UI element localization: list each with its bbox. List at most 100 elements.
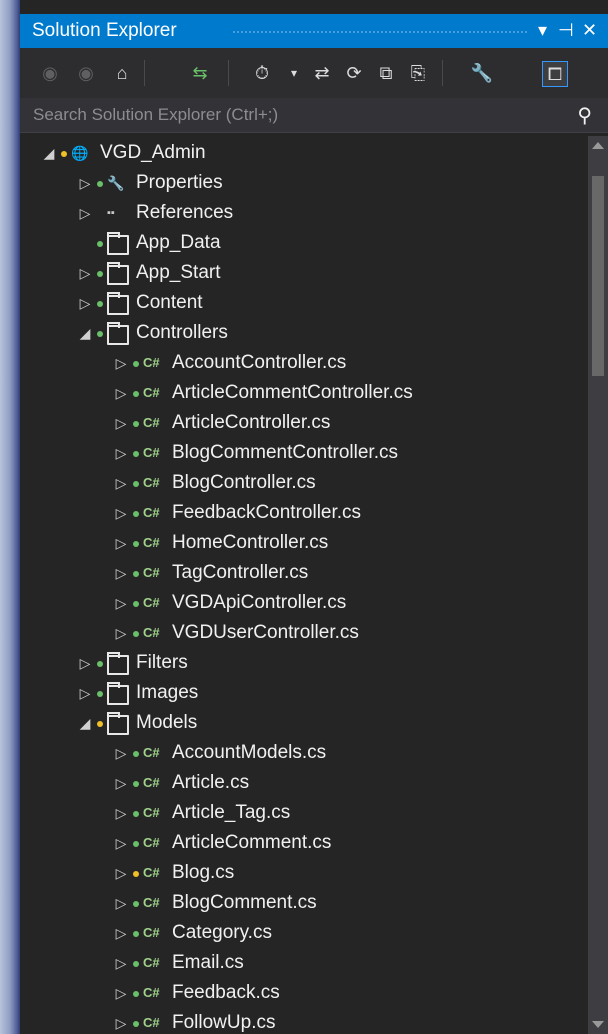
sync-icon[interactable]: ⇄ [310, 61, 334, 85]
preview-icon[interactable]: ⧠ [542, 61, 568, 87]
tree-item[interactable]: ▷ C# VGDApiController.cs [20, 588, 580, 618]
tree-item[interactable]: ◢ Models [20, 708, 580, 738]
expand-arrow-icon[interactable]: ▷ [114, 564, 128, 582]
expand-arrow-icon[interactable]: ▷ [78, 294, 92, 312]
tree-item[interactable]: ▷ C# BlogController.cs [20, 468, 580, 498]
back-icon[interactable]: ◉ [38, 61, 62, 85]
expand-arrow-icon[interactable]: ▷ [114, 594, 128, 612]
expand-arrow-icon[interactable]: ▷ [114, 954, 128, 972]
expand-arrow-icon[interactable]: ▷ [114, 1014, 128, 1032]
expand-arrow-icon[interactable]: ▷ [114, 744, 128, 762]
forward-icon[interactable]: ◉ [74, 61, 98, 85]
tree-item[interactable]: ▷ C# Blog.cs [20, 858, 580, 888]
expand-arrow-icon[interactable]: ▷ [114, 384, 128, 402]
tree-item[interactable]: ▷ C# ArticleController.cs [20, 408, 580, 438]
home-icon[interactable]: ⌂ [110, 61, 134, 85]
tree-item[interactable]: App_Data [20, 228, 580, 258]
csharp-icon: C# [143, 445, 160, 460]
tree-item[interactable]: ▷ C# AccountModels.cs [20, 738, 580, 768]
scroll-up-icon[interactable] [592, 142, 604, 149]
tree-item[interactable]: ▷ C# VGDUserController.cs [20, 618, 580, 648]
tree-item[interactable]: ▷ C# BlogComment.cs [20, 888, 580, 918]
tree-item-label: FollowUp.cs [172, 1012, 276, 1033]
tree-item[interactable]: ▷ C# Email.cs [20, 948, 580, 978]
csharp-icon: C# [143, 895, 160, 910]
switch-views-icon[interactable]: ⇆ [188, 61, 212, 85]
status-dot-icon [133, 421, 139, 427]
tree-item[interactable]: ▷ C# Feedback.cs [20, 978, 580, 1008]
csharp-icon: C# [143, 1015, 160, 1030]
status-dot-icon [133, 781, 139, 787]
tree-item[interactable]: ▷ C# BlogCommentController.cs [20, 438, 580, 468]
tree-item[interactable]: ▷ C# FollowUp.cs [20, 1008, 580, 1034]
collapse-arrow-icon[interactable]: ◢ [78, 714, 92, 732]
tree-item[interactable]: ▷ C# HomeController.cs [20, 528, 580, 558]
expand-arrow-icon[interactable]: ▷ [114, 444, 128, 462]
expand-arrow-icon[interactable]: ▷ [78, 264, 92, 282]
tree-item[interactable]: ▷ C# AccountController.cs [20, 348, 580, 378]
dropdown-icon[interactable]: ▾ [282, 61, 306, 85]
tree-item[interactable]: ▷ App_Start [20, 258, 580, 288]
tree-item-label: HomeController.cs [172, 532, 329, 553]
expand-arrow-icon[interactable]: ▷ [114, 804, 128, 822]
tree-item-label: FeedbackController.cs [172, 502, 362, 523]
pin-icon[interactable]: ⊣ [558, 18, 574, 42]
search-box[interactable]: Search Solution Explorer (Ctrl+;) ⚲ [20, 98, 608, 133]
tree-item-label: VGD_Admin [100, 142, 206, 163]
expand-arrow-icon[interactable]: ▷ [114, 534, 128, 552]
toolbar-separator [442, 60, 443, 86]
tree-item[interactable]: ◢ Controllers [20, 318, 580, 348]
properties-icon[interactable]: 🔧 [470, 61, 494, 85]
tree-item-label: Filters [136, 652, 188, 673]
tree-item[interactable]: ▷ Filters [20, 648, 580, 678]
collapse-arrow-icon[interactable]: ◢ [42, 144, 56, 162]
tree-item[interactable]: ▷ C# TagController.cs [20, 558, 580, 588]
close-icon[interactable]: ✕ [582, 18, 597, 42]
title-grip[interactable] [232, 30, 528, 34]
expand-arrow-icon[interactable]: ▷ [78, 204, 92, 222]
expand-arrow-icon[interactable]: ▷ [114, 924, 128, 942]
tree-item[interactable]: ▷ C# Category.cs [20, 918, 580, 948]
expand-arrow-icon[interactable]: ▷ [114, 864, 128, 882]
status-dot-icon [133, 511, 139, 517]
tree-item[interactable]: ▷ Images [20, 678, 580, 708]
expand-arrow-icon[interactable]: ▷ [114, 354, 128, 372]
tree-item[interactable]: ▷ C# Article.cs [20, 768, 580, 798]
collapse-all-icon[interactable]: ⧉ [374, 61, 398, 85]
expand-arrow-icon[interactable]: ▷ [114, 984, 128, 1002]
expand-arrow-icon[interactable]: ▷ [114, 504, 128, 522]
expand-arrow-icon[interactable]: ▷ [114, 834, 128, 852]
project-icon: 🌐 [71, 145, 89, 161]
show-all-files-icon[interactable]: ⎘ [406, 61, 430, 85]
expand-arrow-icon[interactable]: ▷ [78, 174, 92, 192]
refresh-icon[interactable]: ⟳ [342, 61, 366, 85]
status-dot-icon [133, 361, 139, 367]
tree-item[interactable]: ▷ C# ArticleCommentController.cs [20, 378, 580, 408]
window-position-dropdown-icon[interactable]: ▾ [538, 18, 547, 42]
expand-arrow-icon[interactable]: ▷ [78, 684, 92, 702]
vertical-scrollbar[interactable] [588, 136, 608, 1034]
expand-arrow-icon[interactable]: ▷ [114, 774, 128, 792]
tree-item[interactable]: ▷ Content [20, 288, 580, 318]
pending-changes-icon[interactable]: ⏱ [250, 61, 274, 85]
status-dot-icon [97, 331, 103, 337]
expand-arrow-icon[interactable]: ▷ [114, 894, 128, 912]
expand-arrow-icon[interactable]: ▷ [114, 474, 128, 492]
solution-tree: ◢ 🌐 VGD_Admin ▷ 🔧 Properties ▷ ▪▪ References App_… [20, 136, 580, 1034]
scroll-down-icon[interactable] [592, 1021, 604, 1028]
csharp-icon: C# [143, 535, 160, 550]
tree-item[interactable]: ▷ C# Article_Tag.cs [20, 798, 580, 828]
tree-item[interactable]: ▷ C# ArticleComment.cs [20, 828, 580, 858]
csharp-icon: C# [143, 565, 160, 580]
tree-item[interactable]: ◢ 🌐 VGD_Admin [20, 138, 580, 168]
folder-icon [107, 232, 129, 255]
expand-arrow-icon[interactable]: ▷ [78, 654, 92, 672]
expand-arrow-icon[interactable]: ▷ [114, 414, 128, 432]
search-icon[interactable]: ⚲ [577, 103, 592, 128]
tree-item[interactable]: ▷ ▪▪ References [20, 198, 580, 228]
tree-item[interactable]: ▷ 🔧 Properties [20, 168, 580, 198]
expand-arrow-icon[interactable]: ▷ [114, 624, 128, 642]
scroll-thumb[interactable] [592, 176, 604, 376]
tree-item[interactable]: ▷ C# FeedbackController.cs [20, 498, 580, 528]
collapse-arrow-icon[interactable]: ◢ [78, 324, 92, 342]
